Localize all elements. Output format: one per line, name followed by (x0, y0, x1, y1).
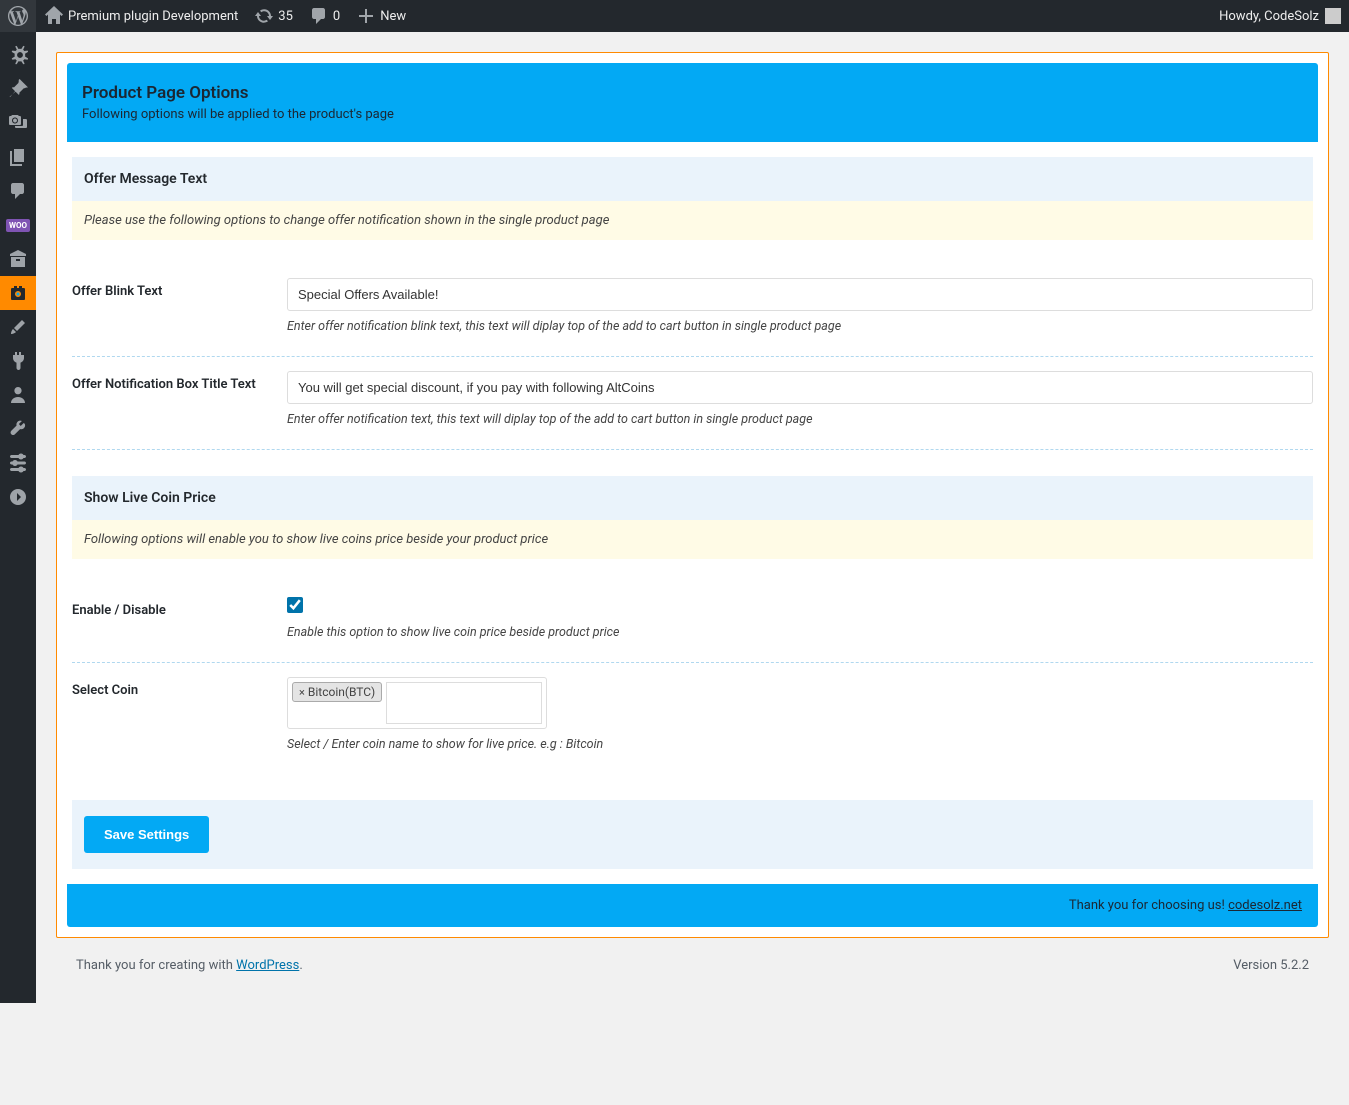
sidebar-users[interactable] (0, 378, 36, 412)
panel-header: Product Page Options Following options w… (67, 63, 1318, 142)
panel-title: Product Page Options (82, 83, 1303, 103)
user-account-menu[interactable]: Howdy, CodeSolz (1211, 0, 1349, 32)
codesolz-link[interactable]: codesolz.net (1228, 898, 1302, 913)
coin-tag-input[interactable]: × Bitcoin(BTC) (287, 677, 547, 729)
coin-tag-label: Bitcoin(BTC) (308, 685, 375, 699)
plus-icon (356, 6, 376, 26)
sidebar-media[interactable] (0, 106, 36, 140)
wp-footer: Thank you for creating with WordPress. V… (56, 938, 1329, 983)
offer-box-label: Offer Notification Box Title Text (72, 371, 287, 427)
select-coin-label: Select Coin (72, 677, 287, 752)
new-label: New (380, 9, 406, 24)
pin-icon (8, 79, 28, 99)
new-content-menu[interactable]: New (348, 0, 414, 32)
section-offer-desc: Please use the following options to chan… (72, 201, 1313, 240)
admin-sidebar: WOO (0, 32, 36, 1003)
enable-checkbox[interactable] (287, 597, 303, 613)
howdy-text: Howdy, CodeSolz (1219, 9, 1319, 24)
plug-icon (8, 351, 28, 371)
admin-bar: Premium plugin Development 35 0 New Howd… (0, 0, 1349, 32)
sidebar-plugins[interactable] (0, 344, 36, 378)
user-icon (8, 385, 28, 405)
footer-thanks: Thank you for creating with (76, 958, 236, 973)
panel-body: Offer Message Text Please use the follow… (57, 142, 1328, 884)
site-name-menu[interactable]: Premium plugin Development (36, 0, 246, 32)
chat-icon (8, 181, 28, 201)
thanks-text: Thank you for choosing us! (1069, 898, 1228, 913)
sidebar-appearance[interactable] (0, 310, 36, 344)
field-select-coin: Select Coin × Bitcoin(BTC) Select / Ente… (72, 663, 1313, 774)
sidebar-settings[interactable] (0, 446, 36, 480)
field-offer-box: Offer Notification Box Title Text Enter … (72, 357, 1313, 450)
woo-icon: WOO (6, 219, 30, 232)
updates-icon (254, 6, 274, 26)
panel-subtitle: Following options will be applied to the… (82, 107, 1303, 122)
wp-logo-menu[interactable] (0, 0, 36, 32)
panel-bottom: Thank you for choosing us! codesolz.net (67, 884, 1318, 927)
pages-icon (8, 147, 28, 167)
wrench-icon (8, 419, 28, 439)
camera-icon (8, 283, 28, 303)
site-title: Premium plugin Development (68, 9, 238, 24)
admin-bar-left: Premium plugin Development 35 0 New (0, 0, 414, 32)
wordpress-icon (8, 6, 28, 26)
panel-footer: Save Settings (72, 800, 1313, 869)
avatar (1325, 8, 1341, 24)
section-offer-header: Offer Message Text (72, 157, 1313, 201)
offer-blink-help: Enter offer notification blink text, thi… (287, 319, 1313, 334)
comments-menu[interactable]: 0 (301, 0, 348, 32)
offer-blink-label: Offer Blink Text (72, 278, 287, 334)
brush-icon (8, 317, 28, 337)
main-content: Product Page Options Following options w… (36, 32, 1349, 1003)
sidebar-current-plugin[interactable] (0, 276, 36, 310)
offer-blink-input[interactable] (287, 278, 1313, 311)
wordpress-link[interactable]: WordPress (236, 958, 299, 973)
settings-panel: Product Page Options Following options w… (56, 52, 1329, 938)
offer-box-help: Enter offer notification text, this text… (287, 412, 1313, 427)
sidebar-comments[interactable] (0, 174, 36, 208)
admin-bar-right: Howdy, CodeSolz (1211, 0, 1349, 32)
home-icon (44, 6, 64, 26)
wp-version: Version 5.2.2 (1233, 958, 1309, 973)
enable-label: Enable / Disable (72, 597, 287, 640)
sidebar-dashboard[interactable] (0, 38, 36, 72)
dashboard-icon (8, 45, 28, 65)
comments-icon (309, 6, 329, 26)
sidebar-tools[interactable] (0, 412, 36, 446)
sidebar-woocommerce[interactable]: WOO (0, 208, 36, 242)
field-enable-disable: Enable / Disable Enable this option to s… (72, 583, 1313, 663)
sliders-icon (8, 453, 28, 473)
updates-count: 35 (278, 9, 293, 24)
coin-tag: × Bitcoin(BTC) (292, 682, 382, 702)
sidebar-posts[interactable] (0, 72, 36, 106)
tag-remove-icon[interactable]: × (299, 686, 305, 699)
field-offer-blink: Offer Blink Text Enter offer notificatio… (72, 264, 1313, 357)
offer-box-input[interactable] (287, 371, 1313, 404)
comments-count: 0 (333, 9, 340, 24)
media-icon (8, 113, 28, 133)
collapse-icon (8, 487, 28, 507)
sidebar-products[interactable] (0, 242, 36, 276)
archive-icon (8, 249, 28, 269)
updates-menu[interactable]: 35 (246, 0, 301, 32)
sidebar-collapse[interactable] (0, 480, 36, 514)
enable-help: Enable this option to show live coin pri… (287, 625, 1313, 640)
sidebar-pages[interactable] (0, 140, 36, 174)
section-liveprice-header: Show Live Coin Price (72, 476, 1313, 520)
coin-search-input[interactable] (386, 682, 542, 724)
select-coin-help: Select / Enter coin name to show for liv… (287, 737, 1313, 752)
save-button[interactable]: Save Settings (84, 816, 209, 853)
section-liveprice-desc: Following options will enable you to sho… (72, 520, 1313, 559)
